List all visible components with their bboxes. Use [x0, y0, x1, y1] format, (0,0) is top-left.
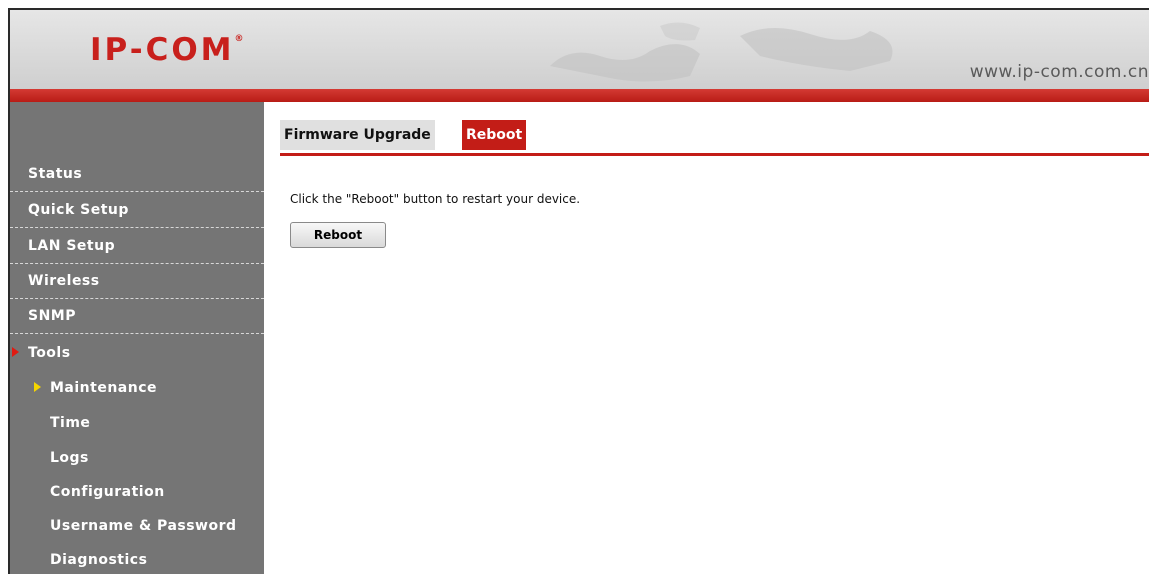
registered-mark: ®: [234, 34, 247, 44]
sidebar-item-status[interactable]: Status: [10, 157, 264, 192]
tab-firmware-upgrade[interactable]: Firmware Upgrade: [280, 120, 435, 150]
tab-bar: Firmware Upgrade Reboot: [280, 118, 1149, 156]
sidebar-item-label: Maintenance: [50, 379, 158, 396]
sidebar-item-username-password[interactable]: Username & Password: [10, 508, 264, 543]
sidebar-item-label: Wireless: [28, 273, 100, 289]
submenu-arrow-icon: [34, 382, 41, 392]
sidebar-item-maintenance[interactable]: Maintenance: [10, 370, 264, 405]
sidebar-item-label: Quick Setup: [28, 202, 129, 218]
logo-text: IP-COM: [90, 32, 235, 68]
sidebar-item-label: Logs: [50, 449, 89, 466]
sidebar-item-label: Username & Password: [50, 517, 237, 534]
reboot-description: Click the "Reboot" button to restart you…: [290, 192, 581, 206]
window-frame-top: [0, 0, 1149, 8]
sidebar-item-label: Configuration: [50, 483, 165, 500]
header-banner: IP-COM® www.ip-com.com.cn: [8, 8, 1149, 89]
sidebar-item-label: SNMP: [28, 308, 76, 324]
window-frame-left: [0, 8, 8, 574]
sidebar-item-lan-setup[interactable]: LAN Setup: [10, 229, 264, 264]
sidebar-item-time[interactable]: Time: [10, 405, 264, 440]
sidebar-item-label: LAN Setup: [28, 238, 116, 254]
brand-logo: IP-COM®: [90, 32, 247, 68]
sidebar-item-label: Diagnostics: [50, 551, 148, 568]
sidebar-item-tools[interactable]: Tools: [10, 335, 264, 370]
website-url: www.ip-com.com.cn: [969, 62, 1149, 82]
sidebar-item-logs[interactable]: Logs: [10, 440, 264, 475]
sidebar-item-diagnostics[interactable]: Diagnostics: [10, 542, 264, 577]
sidebar-item-wireless[interactable]: Wireless: [10, 264, 264, 299]
sidebar-item-quick-setup[interactable]: Quick Setup: [10, 193, 264, 228]
active-arrow-icon: [12, 347, 19, 357]
sidebar-nav: Status Quick Setup LAN Setup Wireless SN…: [8, 102, 264, 574]
tab-reboot[interactable]: Reboot: [462, 120, 527, 150]
world-map-icon: [550, 22, 893, 82]
reboot-button[interactable]: Reboot: [290, 222, 386, 248]
sidebar-item-snmp[interactable]: SNMP: [10, 299, 264, 334]
header-red-bar: [8, 89, 1149, 102]
sidebar-item-label: Time: [50, 414, 91, 431]
sidebar-item-label: Tools: [28, 344, 71, 361]
sidebar-item-configuration[interactable]: Configuration: [10, 474, 264, 509]
main-content: Firmware Upgrade Reboot Click the "Reboo…: [264, 102, 1149, 574]
sidebar-item-label: Status: [28, 166, 83, 182]
